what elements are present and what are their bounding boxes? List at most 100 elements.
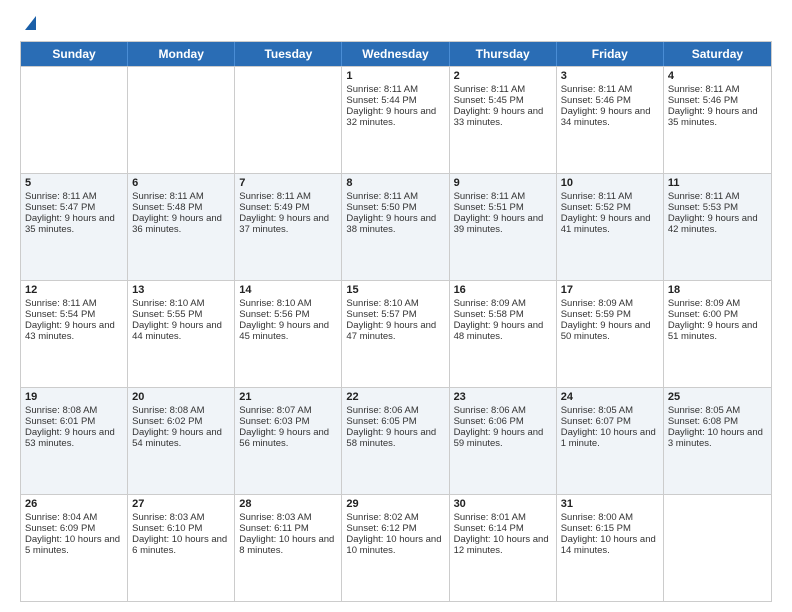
sunset-text: Sunset: 5:59 PM [561,309,659,320]
calendar-day-30: 30Sunrise: 8:01 AMSunset: 6:14 PMDayligh… [450,495,557,601]
day-number: 9 [454,177,552,189]
calendar-day-24: 24Sunrise: 8:05 AMSunset: 6:07 PMDayligh… [557,388,664,494]
sunset-text: Sunset: 6:01 PM [25,416,123,427]
calendar-day-26: 26Sunrise: 8:04 AMSunset: 6:09 PMDayligh… [21,495,128,601]
calendar-week-5: 26Sunrise: 8:04 AMSunset: 6:09 PMDayligh… [21,494,771,601]
calendar-day-empty-4-6 [664,495,771,601]
day-number: 13 [132,284,230,296]
sunrise-text: Sunrise: 8:10 AM [132,298,230,309]
sunrise-text: Sunrise: 8:10 AM [346,298,444,309]
daylight-text: Daylight: 9 hours and 35 minutes. [668,106,767,128]
day-number: 25 [668,391,767,403]
weekday-header-sunday: Sunday [21,42,128,66]
daylight-text: Daylight: 9 hours and 38 minutes. [346,213,444,235]
weekday-header-wednesday: Wednesday [342,42,449,66]
calendar-day-empty-0-2 [235,67,342,173]
day-number: 29 [346,498,444,510]
sunset-text: Sunset: 5:56 PM [239,309,337,320]
calendar-day-20: 20Sunrise: 8:08 AMSunset: 6:02 PMDayligh… [128,388,235,494]
sunrise-text: Sunrise: 8:05 AM [561,405,659,416]
sunset-text: Sunset: 5:55 PM [132,309,230,320]
sunset-text: Sunset: 5:51 PM [454,202,552,213]
sunset-text: Sunset: 5:58 PM [454,309,552,320]
sunset-text: Sunset: 6:10 PM [132,523,230,534]
day-number: 7 [239,177,337,189]
sunrise-text: Sunrise: 8:01 AM [454,512,552,523]
sunrise-text: Sunrise: 8:04 AM [25,512,123,523]
calendar-day-13: 13Sunrise: 8:10 AMSunset: 5:55 PMDayligh… [128,281,235,387]
calendar-day-1: 1Sunrise: 8:11 AMSunset: 5:44 PMDaylight… [342,67,449,173]
sunrise-text: Sunrise: 8:11 AM [668,84,767,95]
daylight-text: Daylight: 9 hours and 37 minutes. [239,213,337,235]
calendar-day-7: 7Sunrise: 8:11 AMSunset: 5:49 PMDaylight… [235,174,342,280]
sunrise-text: Sunrise: 8:10 AM [239,298,337,309]
sunset-text: Sunset: 6:05 PM [346,416,444,427]
day-number: 11 [668,177,767,189]
calendar-day-12: 12Sunrise: 8:11 AMSunset: 5:54 PMDayligh… [21,281,128,387]
calendar-day-9: 9Sunrise: 8:11 AMSunset: 5:51 PMDaylight… [450,174,557,280]
sunrise-text: Sunrise: 8:11 AM [668,191,767,202]
daylight-text: Daylight: 9 hours and 39 minutes. [454,213,552,235]
sunset-text: Sunset: 5:49 PM [239,202,337,213]
sunset-text: Sunset: 5:57 PM [346,309,444,320]
calendar-day-27: 27Sunrise: 8:03 AMSunset: 6:10 PMDayligh… [128,495,235,601]
page: SundayMondayTuesdayWednesdayThursdayFrid… [0,0,792,612]
calendar-day-17: 17Sunrise: 8:09 AMSunset: 5:59 PMDayligh… [557,281,664,387]
daylight-text: Daylight: 9 hours and 41 minutes. [561,213,659,235]
sunrise-text: Sunrise: 8:08 AM [132,405,230,416]
day-number: 4 [668,70,767,82]
weekday-header-thursday: Thursday [450,42,557,66]
day-number: 23 [454,391,552,403]
daylight-text: Daylight: 10 hours and 5 minutes. [25,534,123,556]
daylight-text: Daylight: 10 hours and 8 minutes. [239,534,337,556]
calendar-day-14: 14 Sunrise: 8:10 AMSunset: 5:56 PMDayligh… [235,281,342,387]
sunrise-text: Sunrise: 8:03 AM [239,512,337,523]
calendar-body: 1Sunrise: 8:11 AMSunset: 5:44 PMDaylight… [21,66,771,601]
day-number: 22 [346,391,444,403]
sunrise-text: Sunrise: 8:09 AM [668,298,767,309]
sunrise-text: Sunrise: 8:05 AM [668,405,767,416]
calendar-day-16: 16Sunrise: 8:09 AMSunset: 5:58 PMDayligh… [450,281,557,387]
calendar-week-3: 12Sunrise: 8:11 AMSunset: 5:54 PMDayligh… [21,280,771,387]
daylight-text: Daylight: 9 hours and 35 minutes. [25,213,123,235]
sunset-text: Sunset: 5:45 PM [454,95,552,106]
sunrise-text: Sunrise: 8:11 AM [346,84,444,95]
sunrise-text: Sunrise: 8:11 AM [561,84,659,95]
daylight-text: Daylight: 10 hours and 3 minutes. [668,427,767,449]
sunset-text: Sunset: 5:44 PM [346,95,444,106]
daylight-text: Daylight: 9 hours and 43 minutes. [25,320,123,342]
calendar-day-3: 3Sunrise: 8:11 AMSunset: 5:46 PMDaylight… [557,67,664,173]
daylight-text: Daylight: 9 hours and 51 minutes. [668,320,767,342]
sunset-text: Sunset: 5:50 PM [346,202,444,213]
daylight-text: Daylight: 9 hours and 45 minutes. [239,320,337,342]
day-number: 14 [239,284,337,296]
daylight-text: Daylight: 9 hours and 34 minutes. [561,106,659,128]
calendar-day-2: 2Sunrise: 8:11 AMSunset: 5:45 PMDaylight… [450,67,557,173]
calendar-header: SundayMondayTuesdayWednesdayThursdayFrid… [21,42,771,66]
day-number: 20 [132,391,230,403]
daylight-text: Daylight: 9 hours and 32 minutes. [346,106,444,128]
sunset-text: Sunset: 6:08 PM [668,416,767,427]
sunset-text: Sunset: 6:02 PM [132,416,230,427]
calendar: SundayMondayTuesdayWednesdayThursdayFrid… [20,41,772,602]
day-number: 17 [561,284,659,296]
day-number: 15 [346,284,444,296]
weekday-header-friday: Friday [557,42,664,66]
day-number: 6 [132,177,230,189]
calendar-day-23: 23Sunrise: 8:06 AMSunset: 6:06 PMDayligh… [450,388,557,494]
sunrise-text: Sunrise: 8:02 AM [346,512,444,523]
daylight-text: Daylight: 10 hours and 14 minutes. [561,534,659,556]
day-number: 21 [239,391,337,403]
day-number: 10 [561,177,659,189]
daylight-text: Daylight: 10 hours and 10 minutes. [346,534,444,556]
sunrise-text: Sunrise: 8:07 AM [239,405,337,416]
daylight-text: Daylight: 9 hours and 53 minutes. [25,427,123,449]
calendar-week-4: 19Sunrise: 8:08 AMSunset: 6:01 PMDayligh… [21,387,771,494]
calendar-day-19: 19Sunrise: 8:08 AMSunset: 6:01 PMDayligh… [21,388,128,494]
daylight-text: Daylight: 9 hours and 48 minutes. [454,320,552,342]
sunrise-text: Sunrise: 8:06 AM [346,405,444,416]
day-number: 26 [25,498,123,510]
calendar-day-8: 8Sunrise: 8:11 AMSunset: 5:50 PMDaylight… [342,174,449,280]
sunrise-text: Sunrise: 8:11 AM [454,84,552,95]
day-number: 24 [561,391,659,403]
